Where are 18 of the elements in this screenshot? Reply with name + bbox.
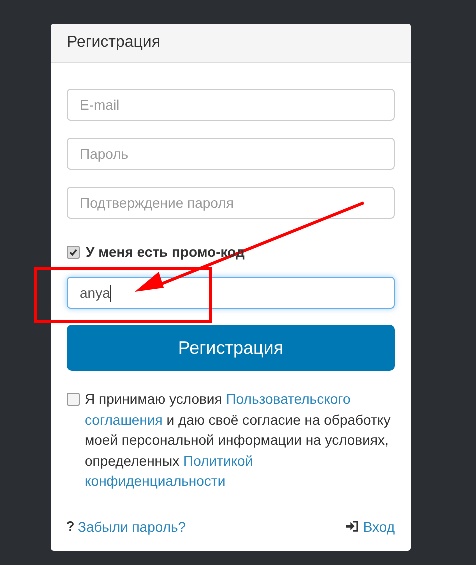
checkbox[interactable] — [67, 393, 80, 406]
input-field[interactable]: Пароль — [67, 138, 395, 170]
input-field[interactable]: anya — [67, 277, 395, 309]
terms-text: Я принимаю условия Пользовательского соглашения и даю своё согласие на обработку моей персональной информации на условиях, определенных Политикой конфиденциальности — [85, 390, 392, 491]
terms-link[interactable]: соглашения — [85, 412, 163, 428]
register-button[interactable]: Регистрация — [67, 325, 395, 371]
terms-link[interactable]: Политикой — [184, 452, 254, 468]
terms-link[interactable]: Пользовательского — [226, 391, 351, 407]
field-value: anya — [80, 285, 110, 301]
login-link[interactable]: Вход — [346, 518, 395, 534]
checkbox[interactable] — [67, 246, 80, 258]
terms-link[interactable]: конфиденциальности — [85, 473, 226, 489]
question-icon — [67, 521, 74, 532]
input-field[interactable]: E-mail — [67, 89, 395, 121]
panel-title: Регистрация — [67, 34, 161, 52]
forgot-password-link[interactable]: Забыли пароль? — [67, 518, 186, 534]
sign-in-icon — [346, 521, 360, 532]
input-field[interactable]: Подтверждение пароля — [67, 187, 395, 219]
